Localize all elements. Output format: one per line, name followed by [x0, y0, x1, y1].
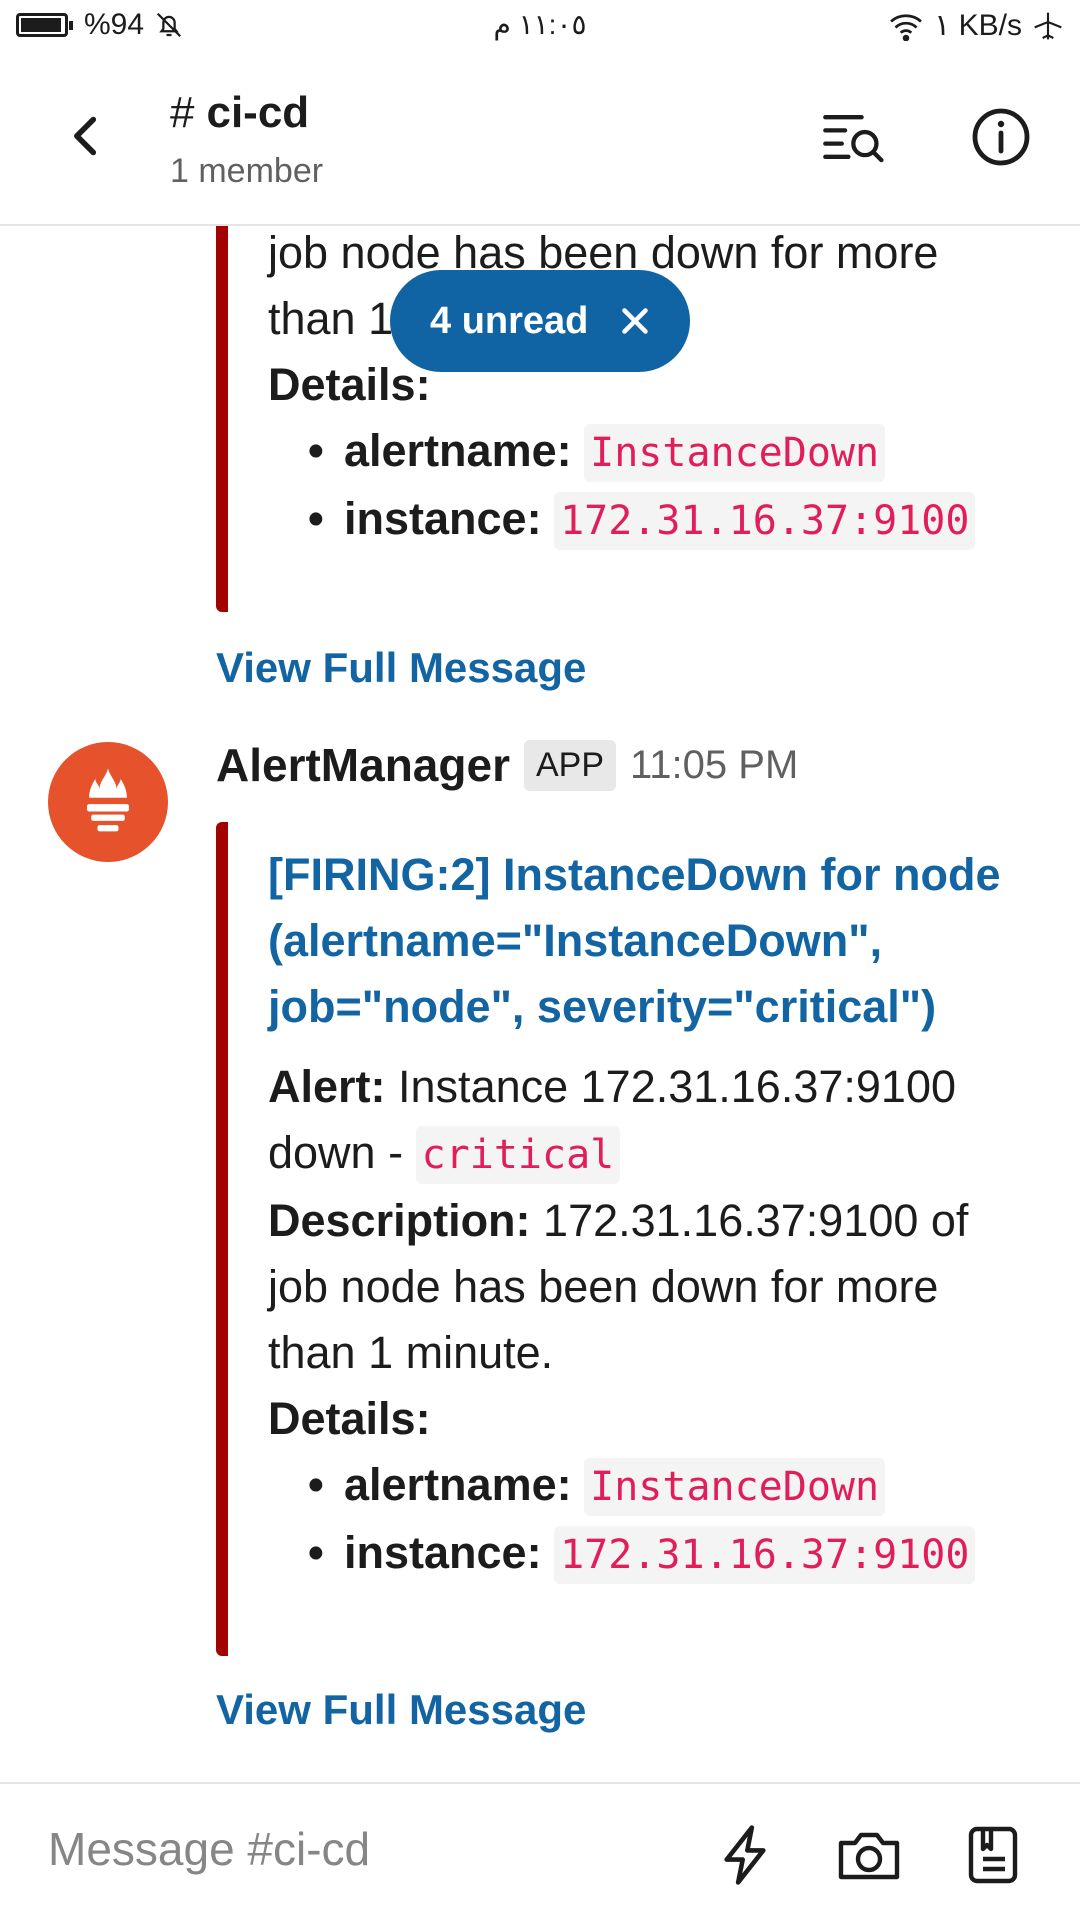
- avatar[interactable]: [48, 742, 168, 862]
- channel-name: ci-cd: [206, 88, 310, 137]
- lightning-icon: [724, 1825, 766, 1885]
- unread-count-label: 4 unread: [430, 299, 589, 342]
- chevron-left-icon: [74, 116, 97, 156]
- detail-value-code: 172.31.16.37:9100: [554, 492, 976, 550]
- detail-item: instance: 172.31.16.37:9100: [268, 486, 976, 554]
- detail-value-code: 172.31.16.37:9100: [554, 1526, 976, 1584]
- alert-title-link[interactable]: [FIRING:2] InstanceDown for node: [268, 842, 1001, 908]
- message-sender-row: AlertManager APP 11:05 PM: [216, 738, 798, 792]
- search-messages-button[interactable]: [822, 104, 888, 170]
- dismiss-unread-button[interactable]: [610, 296, 660, 346]
- prometheus-logo-icon: [87, 768, 129, 832]
- description-line: Description: 172.31.16.37:9100 of: [268, 1188, 1001, 1254]
- alert-text: down -: [268, 1127, 404, 1178]
- shortcuts-button[interactable]: [710, 1820, 780, 1890]
- airplane-icon: [1034, 12, 1062, 39]
- status-right: ١ KB/s: [888, 8, 1064, 43]
- detail-item: alertname: InstanceDown: [268, 418, 975, 486]
- detail-item: alertname: InstanceDown: [268, 1452, 1001, 1520]
- message-list[interactable]: job node has been down for more than 1 D…: [0, 226, 1080, 1782]
- camera-button[interactable]: [834, 1820, 904, 1890]
- alert-line: down - critical: [268, 1120, 1001, 1188]
- message-attachment: [FIRING:2] InstanceDown for node (alertn…: [216, 822, 1001, 1656]
- detail-item: instance: 172.31.16.37:9100: [268, 1520, 1001, 1588]
- info-icon: [972, 108, 1030, 166]
- description-text: 172.31.16.37:9100 of: [543, 1195, 969, 1246]
- detail-key: instance:: [344, 1527, 542, 1578]
- message-composer: Message #ci-cd: [0, 1782, 1080, 1922]
- description-label: Description:: [268, 1195, 531, 1246]
- search-messages-icon: [823, 115, 884, 163]
- message-time: 11:05 PM: [630, 742, 799, 787]
- alert-title-link[interactable]: (alertname="InstanceDown",: [268, 908, 1001, 974]
- view-full-message-link[interactable]: View Full Message: [216, 1686, 586, 1734]
- member-count[interactable]: 1 member: [170, 152, 323, 191]
- files-button[interactable]: [958, 1820, 1028, 1890]
- description-line: than 1 minute.: [268, 1327, 554, 1378]
- description-line: job node has been down for more: [268, 1261, 939, 1312]
- alert-text: Instance 172.31.16.37:9100: [398, 1061, 957, 1112]
- unread-banner[interactable]: 4 unread: [390, 270, 690, 372]
- severity-code: critical: [415, 1126, 621, 1184]
- camera-icon: [838, 1832, 900, 1880]
- alert-label: Alert:: [268, 1061, 386, 1112]
- network-speed: ١ KB/s: [934, 9, 1022, 42]
- detail-key: instance:: [344, 493, 542, 544]
- message-input[interactable]: Message #ci-cd: [48, 1822, 370, 1876]
- back-button[interactable]: [56, 106, 116, 166]
- alert-line: Alert: Instance 172.31.16.37:9100: [268, 1054, 1001, 1120]
- channel-header: # ci-cd 1 member: [0, 56, 1080, 226]
- channel-info-button[interactable]: [968, 104, 1034, 170]
- detail-key: alertname:: [344, 1459, 572, 1510]
- detail-value-code: InstanceDown: [584, 424, 886, 482]
- channel-title[interactable]: # ci-cd: [170, 88, 309, 138]
- files-icon: [968, 1826, 1018, 1884]
- alert-title-link[interactable]: job="node", severity="critical"): [268, 974, 1001, 1040]
- app-badge: APP: [523, 739, 617, 791]
- wifi-icon: [890, 13, 923, 41]
- close-icon: [622, 308, 648, 334]
- detail-value-code: InstanceDown: [584, 1458, 886, 1516]
- status-bar: %94 ١١:٠٥ م ١ KB/s: [0, 0, 1080, 56]
- sender-name[interactable]: AlertManager: [216, 738, 510, 792]
- details-label: Details:: [268, 1393, 431, 1444]
- detail-key: alertname:: [344, 425, 572, 476]
- channel-hash: #: [170, 88, 195, 137]
- view-full-message-link[interactable]: View Full Message: [216, 644, 586, 692]
